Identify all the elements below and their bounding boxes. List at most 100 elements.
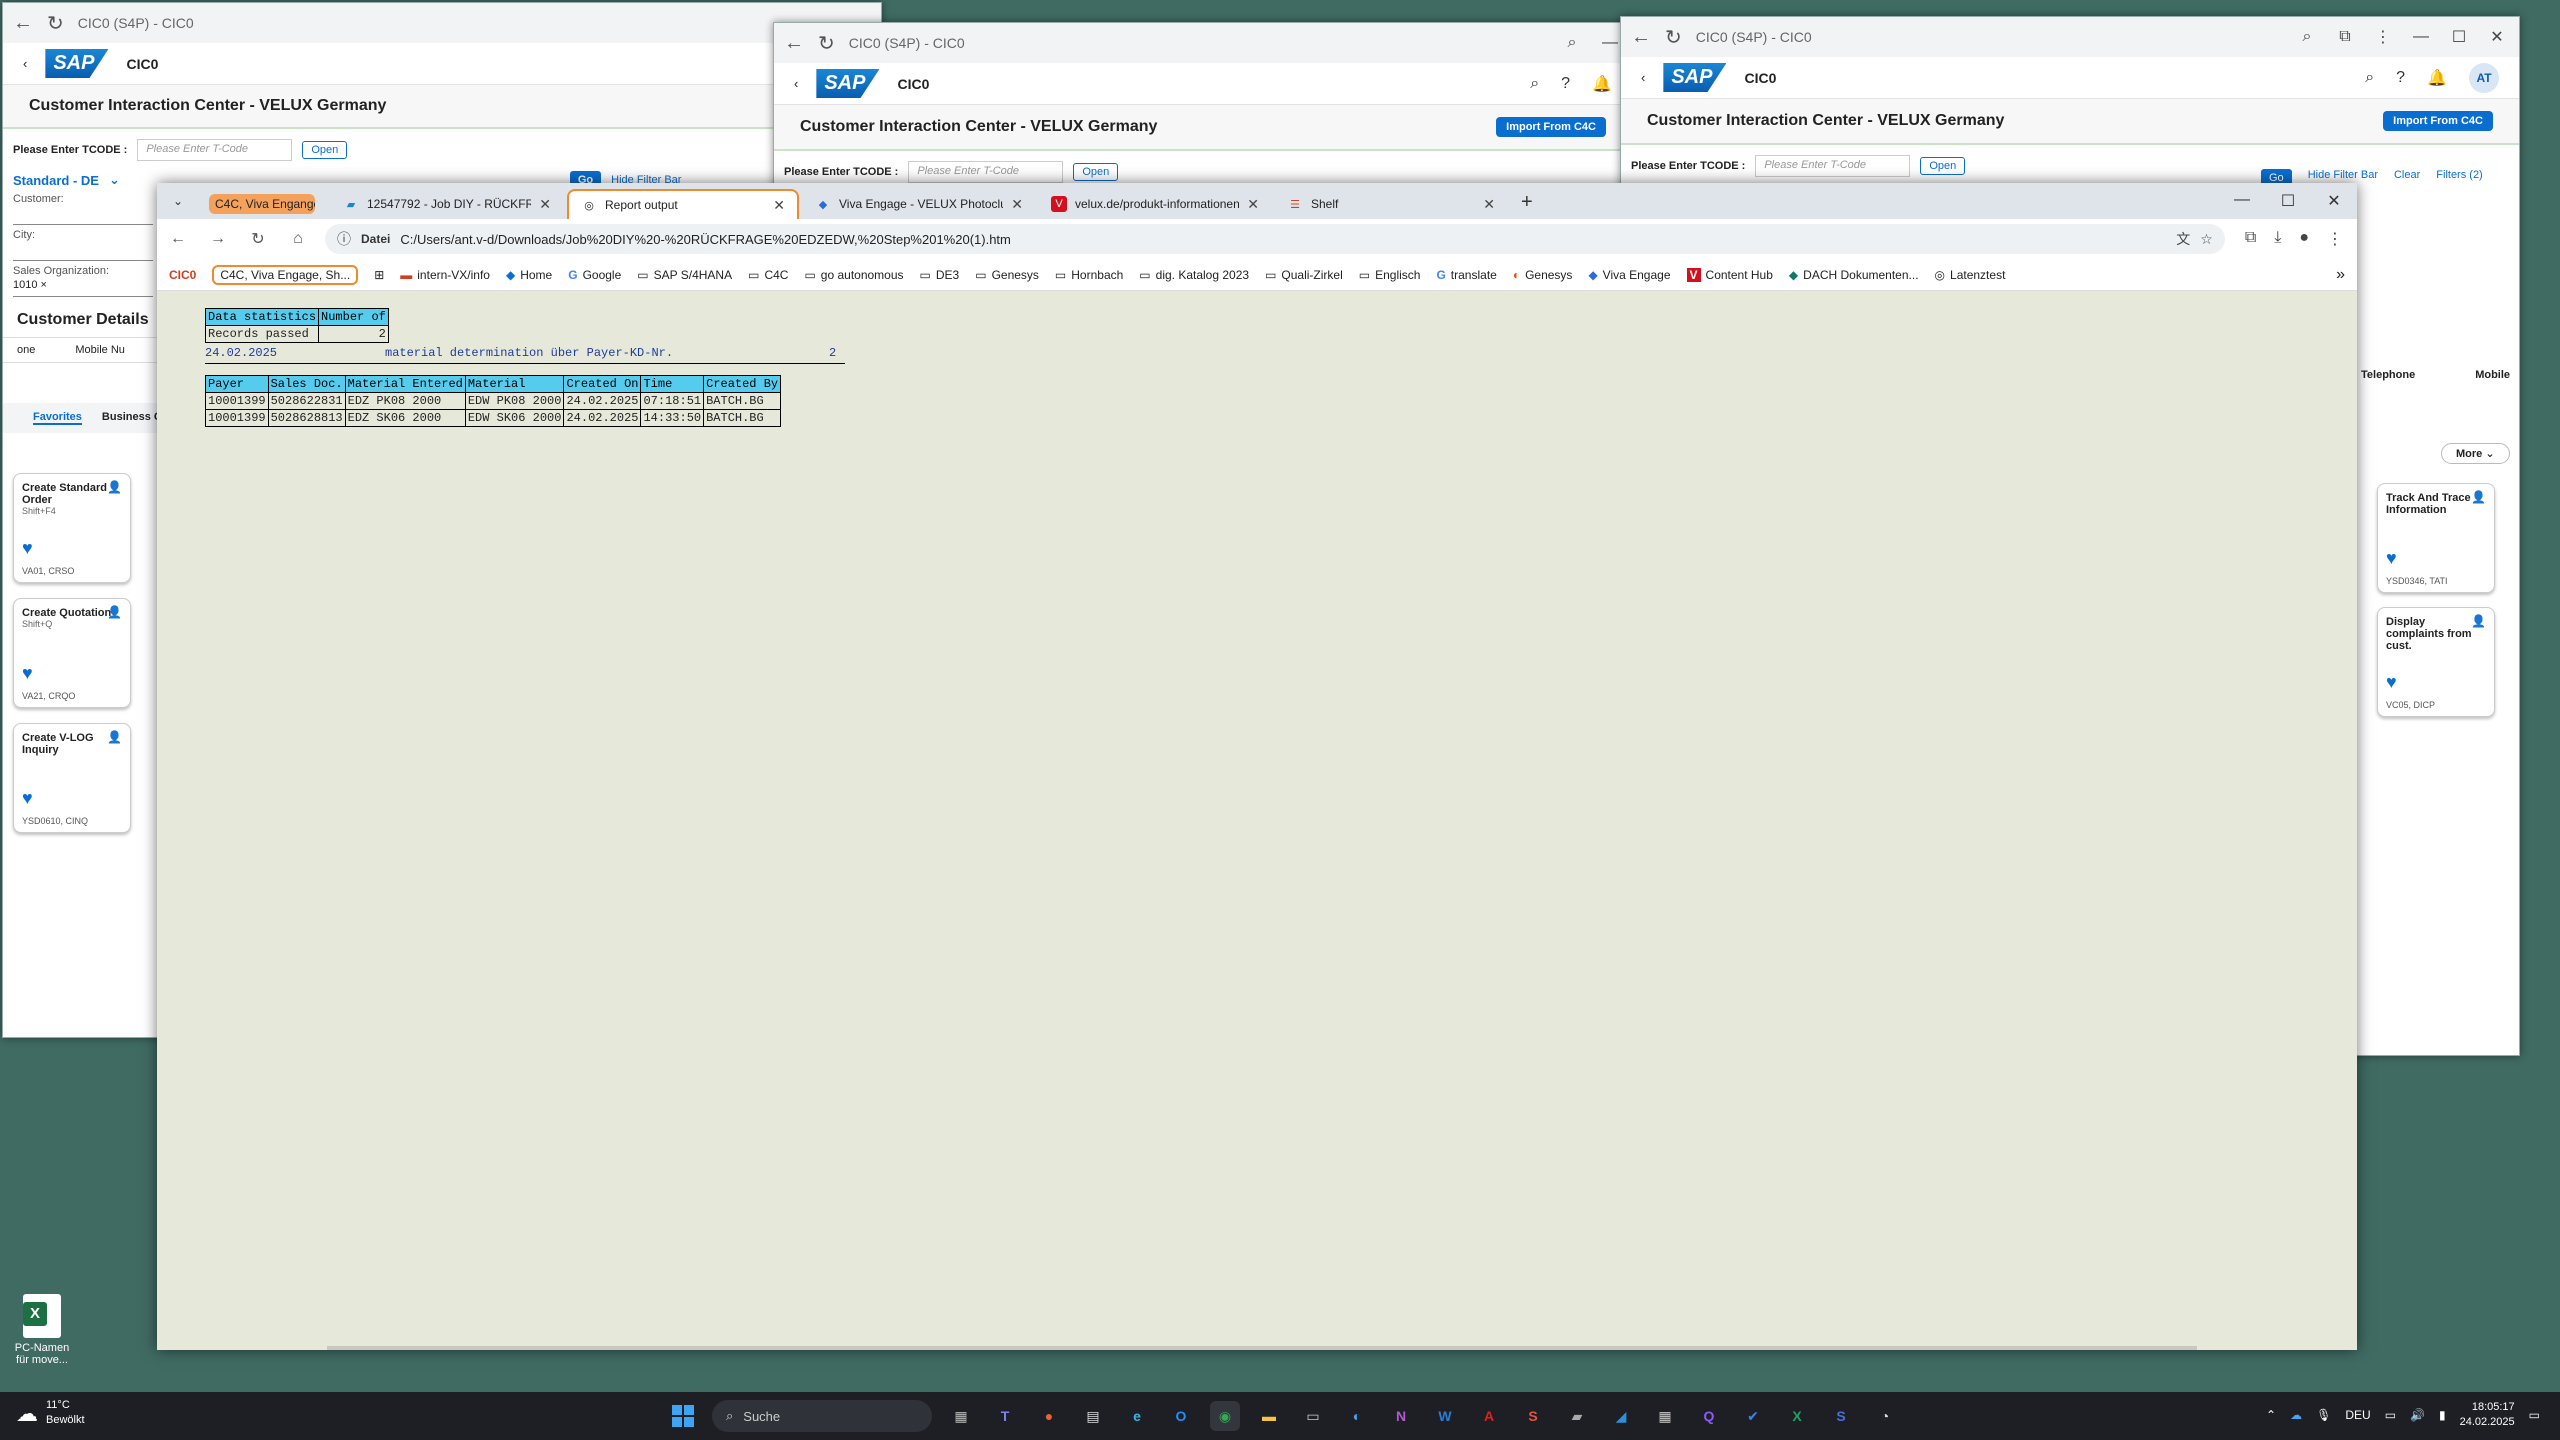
tab-velux-produkt[interactable]: V velux.de/produkt-informationen ✕ (1039, 189, 1271, 219)
reload-icon[interactable]: ↻ (245, 229, 271, 249)
bookmark-genesys-folder[interactable]: ▭ Genesys (975, 268, 1039, 282)
back-icon[interactable]: ← (165, 230, 191, 248)
bookmark-cic0[interactable]: CIC0 (169, 268, 196, 282)
weather-widget[interactable]: ☁ 11°C Bewölkt (16, 1398, 85, 1428)
clear-link[interactable]: Clear (2394, 169, 2420, 187)
sales-org-field[interactable]: 1010 × (13, 279, 153, 297)
zoom-icon[interactable]: ⌕ (2295, 28, 2319, 46)
bookmark-google[interactable]: G Google (568, 268, 621, 282)
menu-icon[interactable]: ⋮ (2327, 229, 2343, 249)
import-c4c-button[interactable]: Import From C4C (2383, 111, 2493, 131)
maximize-icon[interactable]: ☐ (2265, 191, 2311, 211)
microphone-icon[interactable]: 🎙 (2316, 1408, 2331, 1422)
reload-icon[interactable]: ↻ (47, 11, 64, 36)
tile-track-and-trace[interactable]: Track And Trace Information 👤 ♥ YSD0346,… (2377, 483, 2495, 593)
bookmark-group[interactable]: C4C, Viva Engage, Sh... (212, 264, 359, 285)
heart-icon[interactable]: ♥ (2386, 672, 2397, 693)
bookmark-intern-vx[interactable]: ▬ intern-VX/info (400, 268, 490, 282)
heart-icon[interactable]: ♥ (22, 788, 33, 809)
tab-viva-engage[interactable]: ◆ Viva Engage - VELUX Photoclub ✕ (803, 189, 1035, 219)
bookmark-home[interactable]: ◆ Home (506, 268, 552, 282)
tcode-input[interactable]: Please Enter T-Code (137, 139, 293, 161)
import-c4c-button[interactable]: Import From C4C (1496, 117, 1606, 137)
bookmark-sap-s4hana[interactable]: ▭ SAP S/4HANA (637, 268, 732, 282)
bell-icon[interactable]: 🔔 (2427, 68, 2447, 88)
app-s-icon[interactable]: S (1518, 1401, 1548, 1431)
more-button[interactable]: More ⌄ (2441, 443, 2510, 464)
maximize-icon[interactable]: ☐ (2447, 27, 2471, 47)
bookmark-hornbach[interactable]: ▭ Hornbach (1055, 268, 1123, 282)
notepad-icon[interactable]: ▤ (1078, 1401, 1108, 1431)
tcode-input[interactable]: Please Enter T-Code (908, 161, 1064, 183)
file-explorer-icon[interactable]: ▬ (1254, 1401, 1284, 1431)
variant-select[interactable]: Standard - DE (13, 173, 99, 188)
translate-icon[interactable]: 文 (2176, 229, 2190, 249)
back-icon[interactable]: ← (1631, 26, 1651, 49)
start-button[interactable] (668, 1401, 698, 1431)
avatar[interactable]: AT (2469, 62, 2499, 93)
close-window-icon[interactable]: ✕ (2311, 191, 2357, 211)
task-view-icon[interactable]: ▦ (946, 1401, 976, 1431)
tab-group-chip[interactable]: C4C, Viva Engange, Sh (197, 189, 327, 219)
heart-icon[interactable]: ♥ (22, 538, 33, 559)
chrome-icon[interactable]: ◉ (1210, 1401, 1240, 1431)
window-titlebar[interactable]: ← ↻ CIC0 (S4P) - CIC0 (3, 3, 881, 43)
bookmark-c4c[interactable]: ▭ C4C (748, 268, 788, 282)
chevron-left-icon[interactable]: ‹ (794, 76, 798, 91)
clock[interactable]: 18:05:17 24.02.2025 (2460, 1400, 2515, 1430)
home-icon[interactable]: ⌂ (285, 230, 311, 248)
close-tab-icon[interactable]: ✕ (1483, 196, 1495, 213)
tab-search-icon[interactable]: ⌄ (163, 186, 193, 216)
app-grey-icon[interactable]: ▰ (1562, 1401, 1592, 1431)
bookmark-translate[interactable]: Gtranslate (1436, 268, 1496, 282)
bookmark-de3[interactable]: ▭ DE3 (920, 268, 960, 282)
tab-report-output[interactable]: ◎ Report output ✕ (567, 189, 799, 219)
open-button[interactable]: Open (1920, 157, 1966, 175)
window-titlebar[interactable]: ← ↻ CIC0 (S4P) - CIC0 ⌕ ⧉ ⋮ — ☐ ✕ (1621, 17, 2519, 57)
chevron-up-icon[interactable]: ⌃ (2266, 1408, 2276, 1422)
minimize-icon[interactable]: — (2409, 28, 2433, 46)
app-title[interactable]: CIC0 (126, 56, 158, 72)
bookmark-englisch[interactable]: ▭ Englisch (1359, 268, 1421, 282)
chevron-down-icon[interactable]: ⌄ (109, 172, 120, 188)
tile-create-standard-order[interactable]: Create Standard Order Shift+F4 👤 ♥ VA01,… (13, 473, 131, 583)
close-tab-icon[interactable]: ✕ (1247, 196, 1259, 213)
tile-create-quotation[interactable]: Create Quotation Shift+Q 👤 ♥ VA21, CRQO (13, 598, 131, 708)
tab-job-diy[interactable]: ▰ 12547792 - Job DIY - RÜCKFRAGE ✕ (331, 189, 563, 219)
heart-icon[interactable]: ♥ (22, 663, 33, 684)
zoom-icon[interactable]: ⌕ (1560, 34, 1584, 52)
todo-icon[interactable]: ✔ (1738, 1401, 1768, 1431)
window-titlebar[interactable]: ← ↻ CIC0 (S4P) - CIC0 ⌕ — (774, 23, 1632, 63)
tab-business[interactable]: Business C (102, 411, 162, 425)
chevron-left-icon[interactable]: ‹ (23, 56, 27, 71)
extensions-icon[interactable]: ⧉ (2333, 28, 2357, 46)
profile-icon[interactable]: ● (2299, 229, 2309, 249)
close-icon[interactable]: ✕ (2485, 27, 2509, 47)
minimize-icon[interactable]: — (2219, 191, 2265, 211)
bookmark-genesys[interactable]: ◐ Genesys (1513, 268, 1573, 282)
app-orange-icon[interactable]: ● (1034, 1401, 1064, 1431)
acrobat-icon[interactable]: A (1474, 1401, 1504, 1431)
customer-field[interactable] (13, 207, 153, 225)
bookmark-dig-katalog[interactable]: ▭ dig. Katalog 2023 (1139, 268, 1249, 282)
heart-icon[interactable]: ♥ (2386, 548, 2397, 569)
new-tab-icon[interactable]: + (1511, 191, 1543, 214)
notification-icon[interactable]: ▭ (2529, 1408, 2540, 1422)
bookmark-content-hub[interactable]: V Content Hub (1686, 267, 1773, 282)
chevron-left-icon[interactable]: ‹ (1641, 70, 1645, 85)
bookmark-go-autonomous[interactable]: ▭ go autonomous (804, 268, 903, 282)
reload-icon[interactable]: ↻ (1665, 25, 1682, 50)
onedrive-icon[interactable]: ☁ (2290, 1408, 2302, 1422)
tcode-input[interactable]: Please Enter T-Code (1755, 155, 1911, 177)
bookmark-quali-zirkel[interactable]: ▭ Quali-Zirkel (1265, 268, 1343, 282)
apps-grid-icon[interactable]: ⊞ (374, 268, 384, 282)
menu-icon[interactable]: ⋮ (2371, 27, 2395, 47)
star-icon[interactable]: ☆ (2200, 231, 2213, 248)
app-clock-icon[interactable]: ◔ (1870, 1401, 1900, 1431)
browser-window[interactable]: ⌄ C4C, Viva Engange, Sh ▰ 12547792 - Job… (157, 183, 2357, 1350)
download-icon[interactable]: ⤓ (2274, 229, 2281, 249)
taskbar-search[interactable]: ⌕ Suche (712, 1400, 932, 1432)
more-bookmarks-icon[interactable]: » (2336, 266, 2345, 284)
app-title[interactable]: CIC0 (1744, 70, 1776, 86)
reload-icon[interactable]: ↻ (818, 31, 835, 56)
